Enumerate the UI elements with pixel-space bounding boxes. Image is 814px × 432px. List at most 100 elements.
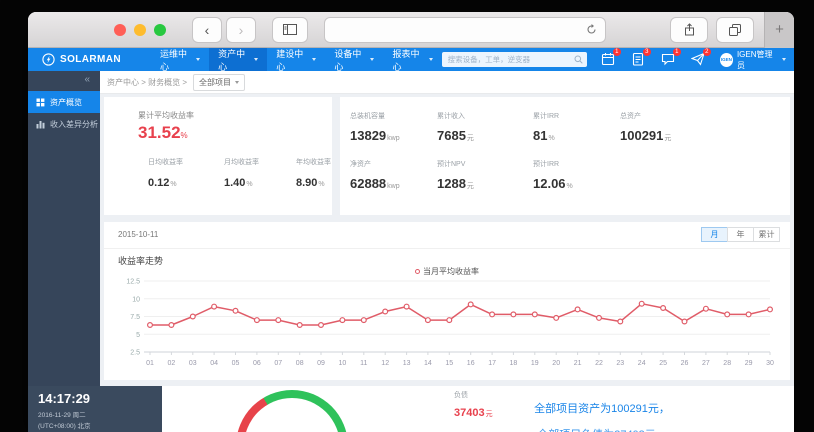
sidebar-toggle-button[interactable] [272,16,308,43]
clock-time: 14:17:29 [38,391,91,406]
notification-messages[interactable]: 1 [661,48,681,67]
yield-trend-card: 2015-10-11 月 年 累计 收益率走势 当月平均收益率 12.5 10 7.… [104,222,790,380]
tabs-icon [729,23,741,36]
chart-date[interactable]: 2015-10-11 [118,230,158,239]
total-assets-stat: 总资产 100291元 [620,111,671,145]
svg-text:02: 02 [168,360,176,367]
sidebar-item-asset-overview[interactable]: 资产概览 [28,91,100,113]
range-total-button[interactable]: 累计 [753,227,780,242]
menu-item-assets[interactable]: 资产中心 [209,48,268,72]
stat-unit: % [246,181,253,188]
menu-label: 设备中心 [334,48,362,72]
sidebar-item-income-analysis[interactable]: 收入差异分析 [28,113,100,135]
monthly-yield-stat: 月均收益率 1.40% [224,157,259,191]
menu-label: 资产中心 [218,48,246,72]
svg-text:15: 15 [445,360,453,367]
traffic-lights [114,23,166,36]
line-chart: 12.5 10 7.5 5 2.5 01 02 03 04 05 06 07 08 09 10 11 12 13 1… [126,279,774,368]
main-menu: 运维中心 资产中心 建设中心 设备中心 报表中心 [151,48,442,72]
stat-value: 1288 [437,176,466,191]
stat-label: 日均收益率 [148,159,183,166]
stat-label: 总装机容量 [350,113,385,120]
user-menu[interactable]: IGEN IGEN管理员 [719,49,786,71]
range-month-button[interactable]: 月 [701,227,728,242]
badge: 3 [642,48,651,56]
yield-number: 31.52 [138,123,181,142]
browser-toolbar: ‹ › + [28,12,794,48]
svg-text:16: 16 [467,360,475,367]
notification-tasks[interactable]: 2 [690,48,711,67]
menu-item-devices[interactable]: 设备中心 [325,48,383,72]
notification-icons: 1 3 1 2 [601,48,711,67]
menu-item-reports[interactable]: 报表中心 [383,48,441,72]
svg-text:11: 11 [360,360,367,367]
forward-button[interactable]: › [226,16,256,43]
share-button[interactable] [670,16,708,43]
project-filter-dropdown[interactable]: 全部项目 [193,73,246,91]
user-name: IGEN管理员 [736,49,773,70]
stat-value: 0.12 [148,177,170,189]
stat-value: 100291 [620,128,664,143]
zoom-window-button[interactable] [154,23,166,36]
menu-label: 报表中心 [392,48,420,72]
svg-text:13: 13 [403,360,411,367]
menu-label: 建设中心 [276,48,304,72]
chevron-down-icon [196,58,201,61]
tab-overview-button[interactable] [716,16,754,43]
stat-unit: kwp [387,135,400,142]
main-content: 累计平均收益率 31.52% 日均收益率 0.12% 月均收益率 1.40% 年… [100,94,794,386]
yield-unit: % [180,131,188,140]
stat-value: 7685 [437,128,466,143]
stat-unit: % [548,135,555,142]
stat-unit: 元 [664,135,672,142]
stat-value: 12.06 [533,176,566,191]
share-icon [684,23,694,36]
svg-text:09: 09 [317,360,325,367]
stat-label: 累计收入 [437,113,465,120]
clock-timezone: (UTC+08:00) 北京 [38,423,91,430]
svg-text:5: 5 [136,332,140,339]
stat-unit: kwp [387,183,400,190]
stat-label: 累计IRR [533,113,560,120]
minimize-window-button[interactable] [134,23,146,36]
svg-text:12.5: 12.5 [126,279,140,286]
svg-text:25: 25 [659,360,667,367]
asset-donut-chart: 收益完成额 100291元 [236,390,348,432]
net-assets-stat: 净资产 62888kwp [350,159,400,193]
svg-text:19: 19 [531,360,539,367]
liability-summary-message: 全部项目负债为37403元， [412,426,792,432]
back-button[interactable]: ‹ [192,16,222,43]
menu-item-ops[interactable]: 运维中心 [151,48,209,72]
menu-item-construction[interactable]: 建设中心 [267,48,325,72]
sidebar-collapse-button[interactable]: « [28,71,100,91]
svg-text:18: 18 [510,360,518,367]
stat-unit: 元 [466,183,474,190]
svg-text:10: 10 [339,360,347,367]
chevron-down-icon [428,58,433,61]
footer-strip: 14:17:29 2016-11-29 周二 (UTC+08:00) 北京 收益… [28,386,794,432]
refresh-icon[interactable] [586,24,597,35]
brand[interactable]: SOLARMAN [42,53,141,66]
range-year-button[interactable]: 年 [727,227,754,242]
avatar: IGEN [719,52,733,67]
stat-value: 81 [533,128,548,143]
browser-window: ‹ › + SOLARMAN 运维中心 资产中心 建设中心 设备中心 报表中心 … [28,12,794,432]
close-window-button[interactable] [114,23,126,36]
svg-text:21: 21 [574,360,582,367]
svg-text:26: 26 [681,360,689,367]
svg-text:05: 05 [232,360,240,367]
svg-text:24: 24 [638,360,646,367]
stat-label: 预计IRR [533,161,560,168]
svg-text:22: 22 [595,360,603,367]
address-bar[interactable] [324,16,606,43]
notification-calendar[interactable]: 1 [601,48,621,67]
notification-workorders[interactable]: 3 [631,48,651,67]
new-tab-button[interactable]: + [764,12,794,48]
stat-label: 总资产 [620,113,641,120]
breadcrumb[interactable]: 资产中心 > 财务概览 > [107,77,187,88]
stat-value: 1.40 [224,177,246,189]
legend-label: 当月平均收益率 [423,267,479,276]
irr-stat: 累计IRR 81% [533,111,559,145]
search-icon[interactable] [574,55,583,64]
search-input[interactable] [445,54,574,65]
